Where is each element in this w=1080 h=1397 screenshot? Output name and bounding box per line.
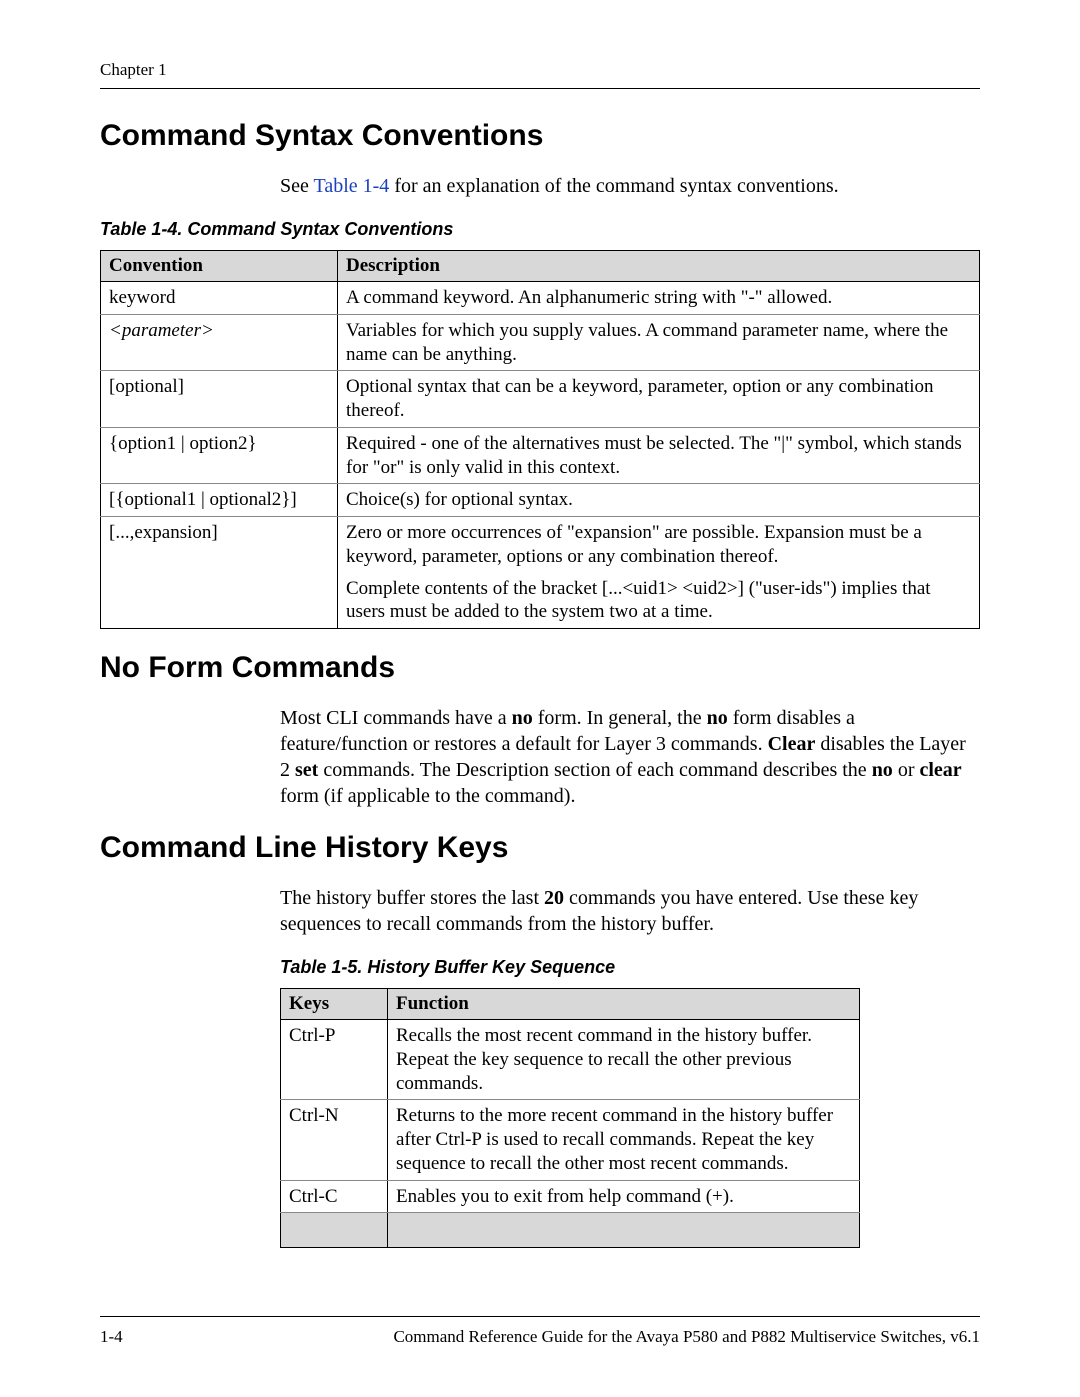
th-convention: Convention (101, 251, 338, 282)
text: Most CLI commands have a (280, 707, 512, 729)
page-footer: 1-4 Command Reference Guide for the Avay… (100, 1316, 980, 1347)
empty-cell (388, 1213, 860, 1248)
cell-keys: Ctrl-C (281, 1180, 388, 1213)
bold-no: no (512, 707, 533, 729)
cell-description: A command keyword. An alphanumeric strin… (338, 282, 980, 315)
syntax-intro-pre: See (280, 175, 314, 197)
text: commands. The Description section of eac… (318, 759, 871, 781)
cell-convention-empty (101, 573, 338, 629)
page: Chapter 1 Command Syntax Conventions See… (0, 0, 1080, 1397)
table-row: Ctrl-C Enables you to exit from help com… (281, 1180, 860, 1213)
bold-no: no (872, 759, 893, 781)
table-header-row: Convention Description (101, 251, 980, 282)
text: The history buffer stores the last (280, 887, 544, 909)
table-1-4: Convention Description keyword A command… (100, 250, 980, 629)
table-1-5-caption: Table 1-5. History Buffer Key Sequence (280, 957, 860, 978)
cell-convention: [{optional1 | optional2}] (101, 484, 338, 517)
cell-description-extra: Complete contents of the bracket [...<ui… (338, 573, 980, 629)
text: or (893, 759, 920, 781)
history-para: The history buffer stores the last 20 co… (280, 885, 980, 937)
syntax-intro-post: for an explanation of the command syntax… (389, 175, 838, 197)
cell-convention: <parameter> (101, 314, 338, 371)
section-title-noform: No Form Commands (100, 651, 980, 685)
cell-convention: [...,expansion] (101, 517, 338, 573)
table-1-4-link[interactable]: Table 1-4 (314, 175, 390, 197)
table-1-4-caption: Table 1-4. Command Syntax Conventions (100, 219, 980, 240)
section-title-history: Command Line History Keys (100, 831, 980, 865)
empty-cell (281, 1213, 388, 1248)
table-1-5: Keys Function Ctrl-P Recalls the most re… (280, 988, 860, 1248)
cell-function: Returns to the more recent command in th… (388, 1100, 860, 1180)
cell-convention: keyword (101, 282, 338, 315)
text: form (if applicable to the command). (280, 785, 575, 807)
cell-description: Zero or more occurrences of "expansion" … (338, 517, 980, 573)
cell-keys: Ctrl-N (281, 1100, 388, 1180)
header-chapter: Chapter 1 (100, 60, 980, 80)
cell-convention: [optional] (101, 371, 338, 428)
table-row: Ctrl-N Returns to the more recent comman… (281, 1100, 860, 1180)
cell-description: Choice(s) for optional syntax. (338, 484, 980, 517)
table-row: [...,expansion] Zero or more occurrences… (101, 517, 980, 573)
bold-no: no (707, 707, 728, 729)
bold-clear: Clear (768, 733, 816, 755)
th-description: Description (338, 251, 980, 282)
footer-rule (100, 1316, 980, 1317)
table-empty-footer-row (281, 1213, 860, 1248)
cell-convention: {option1 | option2} (101, 427, 338, 484)
table-row: keyword A command keyword. An alphanumer… (101, 282, 980, 315)
bold-clear: clear (919, 759, 961, 781)
table-row: Complete contents of the bracket [...<ui… (101, 573, 980, 629)
footer-doc-title: Command Reference Guide for the Avaya P5… (393, 1327, 980, 1347)
cell-function: Enables you to exit from help command (+… (388, 1180, 860, 1213)
cell-description: Variables for which you supply values. A… (338, 314, 980, 371)
th-function: Function (388, 989, 860, 1020)
cell-description: Required - one of the alternatives must … (338, 427, 980, 484)
section-title-syntax: Command Syntax Conventions (100, 119, 980, 153)
header-rule (100, 88, 980, 89)
table-header-row: Keys Function (281, 989, 860, 1020)
cell-function: Recalls the most recent command in the h… (388, 1020, 860, 1100)
table-row: Ctrl-P Recalls the most recent command i… (281, 1020, 860, 1100)
th-keys: Keys (281, 989, 388, 1020)
footer-page-number: 1-4 (100, 1327, 123, 1347)
table-row: [{optional1 | optional2}] Choice(s) for … (101, 484, 980, 517)
table-row: <parameter> Variables for which you supp… (101, 314, 980, 371)
text: form. In general, the (533, 707, 707, 729)
bold-20: 20 (544, 887, 564, 909)
table-row: [optional] Optional syntax that can be a… (101, 371, 980, 428)
table-row: {option1 | option2} Required - one of th… (101, 427, 980, 484)
cell-description: Optional syntax that can be a keyword, p… (338, 371, 980, 428)
noform-para: Most CLI commands have a no form. In gen… (280, 705, 980, 809)
bold-set: set (295, 759, 318, 781)
syntax-intro: See Table 1-4 for an explanation of the … (280, 173, 980, 199)
cell-keys: Ctrl-P (281, 1020, 388, 1100)
